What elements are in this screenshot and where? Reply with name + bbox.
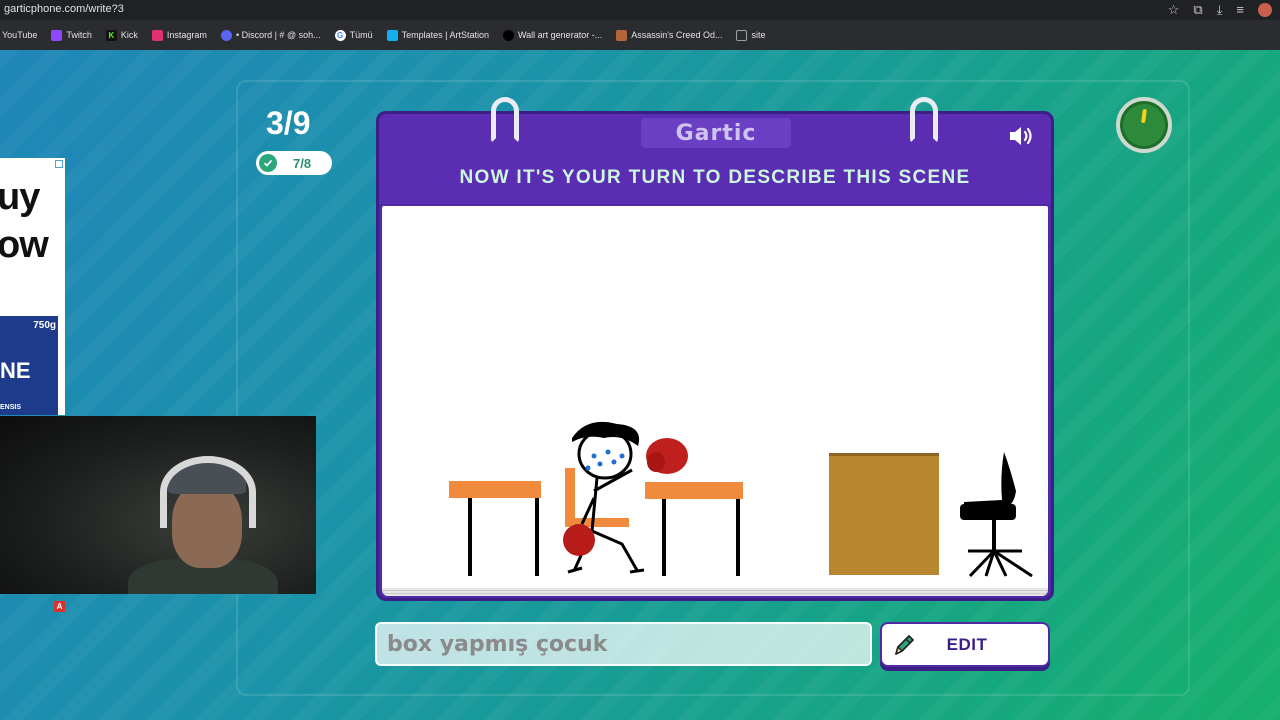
bookmark-label: YouTube: [2, 30, 38, 40]
binder-ring-right: [910, 97, 938, 143]
browser-actions: ☆ ⧉ ⤓ ≡: [1168, 2, 1272, 18]
instagram-icon: [151, 29, 163, 41]
cardboard-box-drawing: [829, 453, 939, 575]
bookmark-label: Assassin's Creed Od...: [631, 30, 723, 40]
bookmark-artstation[interactable]: Templates | ArtStation: [386, 29, 489, 41]
game-page: uy ow 750g NE ENSIS A 3/9 7/8 Gartic NOW…: [0, 50, 1280, 720]
google-icon: G: [334, 29, 346, 41]
round-counter: 3/9: [266, 105, 311, 141]
edit-button-label: EDIT: [946, 634, 988, 654]
bookmark-label: Kick: [120, 30, 138, 40]
ad-badge[interactable]: A: [54, 601, 65, 612]
scene-card: Gartic NOW IT'S YOUR TURN TO DESCRIBE TH…: [376, 111, 1054, 601]
gartic-logo: Gartic: [641, 118, 791, 148]
description-value: box yapmış çocuk: [387, 631, 608, 657]
kick-icon: K: [105, 29, 117, 41]
paper-edge: [382, 588, 1048, 596]
browser-address-bar: garticphone.com/write?3 ☆ ⧉ ⤓ ≡: [0, 0, 1280, 20]
bookmark-folder-site[interactable]: site: [736, 29, 766, 41]
players-done-count: 7/8: [293, 155, 312, 171]
url-text[interactable]: garticphone.com/write?3: [4, 3, 124, 15]
extensions-icon[interactable]: ⧉: [1193, 2, 1202, 18]
check-icon: [259, 154, 277, 172]
bookmarks-bar: YouTube Twitch K Kick Instagram • Discor…: [0, 20, 1280, 50]
ad-sub: ENSIS: [0, 404, 22, 411]
bookmark-label: site: [751, 30, 766, 40]
ad-headline-2: ow: [0, 224, 49, 266]
ad-product-image: 750g NE ENSIS: [0, 316, 58, 415]
players-done-pill: 7/8: [256, 151, 332, 175]
binder-ring-left: [491, 97, 519, 143]
twitch-icon: [51, 29, 63, 41]
advertisement[interactable]: uy ow 750g NE ENSIS: [0, 158, 65, 415]
bookmark-label: Tümü: [349, 30, 373, 40]
profile-avatar[interactable]: [1258, 3, 1272, 17]
card-header: Gartic NOW IT'S YOUR TURN TO DESCRIBE TH…: [379, 114, 1051, 204]
bookmark-label: Twitch: [66, 30, 92, 40]
logo-text: Gartic: [675, 120, 757, 146]
bookmark-instagram[interactable]: Instagram: [151, 29, 207, 41]
bookmark-label: Instagram: [166, 30, 207, 40]
left-desk-drawing: [449, 481, 541, 576]
openai-icon: [503, 29, 514, 41]
edit-button[interactable]: EDIT: [880, 622, 1050, 667]
folder-icon: [736, 29, 748, 41]
adchoices-icon[interactable]: [55, 160, 63, 168]
headset: [160, 456, 256, 528]
bookmark-star-icon[interactable]: ☆: [1168, 2, 1180, 18]
instruction-text: NOW IT'S YOUR TURN TO DESCRIBE THIS SCEN…: [459, 167, 971, 188]
artstation-icon: [386, 29, 398, 41]
bookmark-discord[interactable]: • Discord | # @ soh...: [220, 29, 321, 41]
right-desk-drawing: [645, 482, 743, 576]
bookmark-label: Wall art generator -...: [518, 30, 603, 40]
office-chair-drawing: [960, 452, 1033, 578]
ad-brand: NE: [0, 358, 31, 383]
bookmark-google[interactable]: G Tümü: [334, 29, 373, 41]
webcam-overlay: [0, 416, 316, 594]
menu-icon[interactable]: ≡: [1236, 2, 1244, 18]
bookmark-label: Templates | ArtStation: [401, 30, 489, 40]
timer-icon: [1116, 97, 1172, 153]
timer-hand: [1141, 108, 1147, 124]
drawing-canvas: [382, 206, 1048, 590]
bookmark-twitch[interactable]: Twitch: [51, 29, 92, 41]
download-icon[interactable]: ⤓: [1217, 2, 1223, 18]
game-icon: [616, 29, 628, 41]
bookmark-assassins-creed[interactable]: Assassin's Creed Od...: [616, 29, 723, 41]
bookmark-kick[interactable]: K Kick: [105, 29, 138, 41]
discord-icon: [220, 29, 232, 41]
description-input[interactable]: box yapmış çocuk: [375, 622, 872, 666]
ad-weight: 750g: [33, 320, 56, 331]
ad-headline-1: uy: [0, 176, 40, 218]
bookmark-wall-art[interactable]: Wall art generator -...: [503, 29, 603, 41]
speaker-icon[interactable]: [1007, 124, 1037, 153]
bookmark-youtube[interactable]: YouTube: [2, 30, 37, 40]
bookmark-label: • Discord | # @ soh...: [235, 30, 321, 40]
